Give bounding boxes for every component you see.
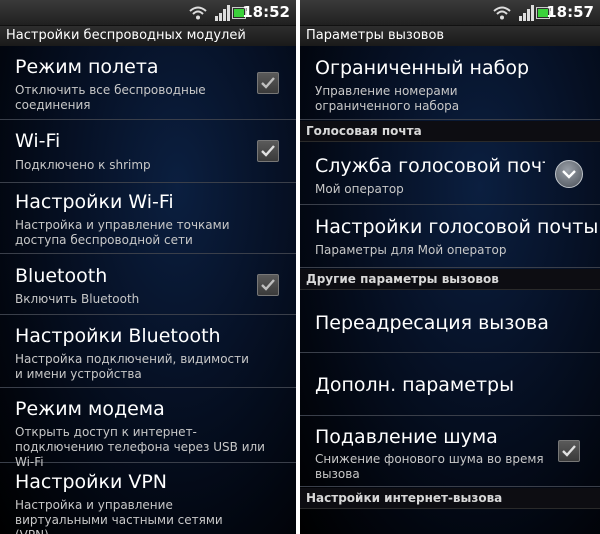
item-title: Настройки Bluetooth <box>15 325 221 347</box>
checkmark-icon <box>562 445 576 457</box>
signal-icon <box>215 5 230 21</box>
list-item-vpn-settings[interactable]: Настройки VPN Настройка и управление вир… <box>0 463 296 534</box>
list-item-voicemail-service[interactable]: Служба голосовой почты Мой оператор <box>300 142 600 205</box>
checkmark-icon <box>261 145 275 157</box>
item-title: Настройки Wi-Fi <box>15 191 174 213</box>
item-title: Дополн. параметры <box>315 374 515 396</box>
noise-suppression-checkbox[interactable] <box>558 440 580 462</box>
list-item-voicemail-settings[interactable]: Настройки голосовой почты Параметры для … <box>300 205 600 268</box>
wifi-icon <box>189 6 207 20</box>
call-settings-screen: 18:57 Параметры вызовов Ограниченный наб… <box>300 0 600 534</box>
wifi-icon <box>493 6 511 20</box>
list-item-airplane-mode[interactable]: Режим полета Отключить все беспроводные … <box>0 47 296 120</box>
checkmark-icon <box>261 279 275 291</box>
list-item-wifi[interactable]: Wi-Fi Подключено к shrimp <box>0 120 296 183</box>
wifi-checkbox[interactable] <box>257 140 279 162</box>
section-header-other-settings: Другие параметры вызовов <box>300 269 600 290</box>
item-summary: Мой оператор <box>315 182 404 196</box>
item-title: Ограниченный набор <box>315 57 530 79</box>
airplane-mode-checkbox[interactable] <box>257 72 279 94</box>
page-title: Настройки беспроводных модулей <box>0 26 296 46</box>
item-title: Переадресация вызова <box>315 312 549 334</box>
section-header-voicemail: Голосовая почта <box>300 121 600 142</box>
item-title: Bluetooth <box>15 265 108 287</box>
list-item-additional-settings[interactable]: Дополн. параметры <box>300 353 600 416</box>
item-summary: Настройка подключений, видимости и имени… <box>15 352 249 381</box>
checkmark-icon <box>261 77 275 89</box>
item-title: Подавление шума <box>315 426 498 448</box>
item-summary: Управление номерами ограниченного набора <box>315 84 460 113</box>
section-header-internet-calling: Настройки интернет-вызова <box>300 488 600 509</box>
item-title: Wi-Fi <box>15 130 61 152</box>
bluetooth-checkbox[interactable] <box>257 274 279 296</box>
list-item-call-forwarding[interactable]: Переадресация вызова <box>300 290 600 353</box>
list-item-tethering[interactable]: Режим модема Открыть доступ к интернет-п… <box>0 388 296 469</box>
list-item-bluetooth[interactable]: Bluetooth Включить Bluetooth <box>0 254 296 315</box>
status-time: 18:52 <box>242 3 290 21</box>
item-summary: Параметры для Мой оператор <box>315 243 507 257</box>
item-summary: Снижение фонового шума во время вызова <box>315 452 544 481</box>
screenshot-pair: 18:52 Настройки беспроводных модулей Реж… <box>0 0 600 534</box>
wireless-settings-screen: 18:52 Настройки беспроводных модулей Реж… <box>0 0 296 534</box>
list-item-fixed-dialing[interactable]: Ограниченный набор Управление номерами о… <box>300 47 600 120</box>
list-item-wifi-settings[interactable]: Настройки Wi-Fi Настройка и управление т… <box>0 183 296 254</box>
status-bar: 18:57 <box>300 0 600 26</box>
item-title: Режим модема <box>15 398 165 420</box>
list-item-bluetooth-settings[interactable]: Настройки Bluetooth Настройка подключени… <box>0 315 296 388</box>
item-title: Служба голосовой почты <box>315 155 545 177</box>
item-title: Настройки голосовой почты <box>315 216 599 238</box>
item-title: Режим полета <box>15 56 159 78</box>
item-summary: Настройка и управление точками доступа б… <box>15 218 230 247</box>
status-time: 18:57 <box>546 3 594 21</box>
status-bar: 18:52 <box>0 0 296 26</box>
item-summary: Отключить все беспроводные соединения <box>15 83 206 112</box>
list-item-noise-suppression[interactable]: Подавление шума Снижение фонового шума в… <box>300 416 600 487</box>
signal-icon <box>519 5 534 21</box>
item-summary: Включить Bluetooth <box>15 292 140 306</box>
item-title: Настройки VPN <box>15 471 168 493</box>
page-title: Параметры вызовов <box>300 26 600 46</box>
item-summary: Настройка и управление виртуальными част… <box>15 498 223 534</box>
dropdown-button[interactable] <box>555 160 583 188</box>
chevron-down-icon <box>562 170 576 179</box>
item-summary: Подключено к shrimp <box>15 158 151 172</box>
